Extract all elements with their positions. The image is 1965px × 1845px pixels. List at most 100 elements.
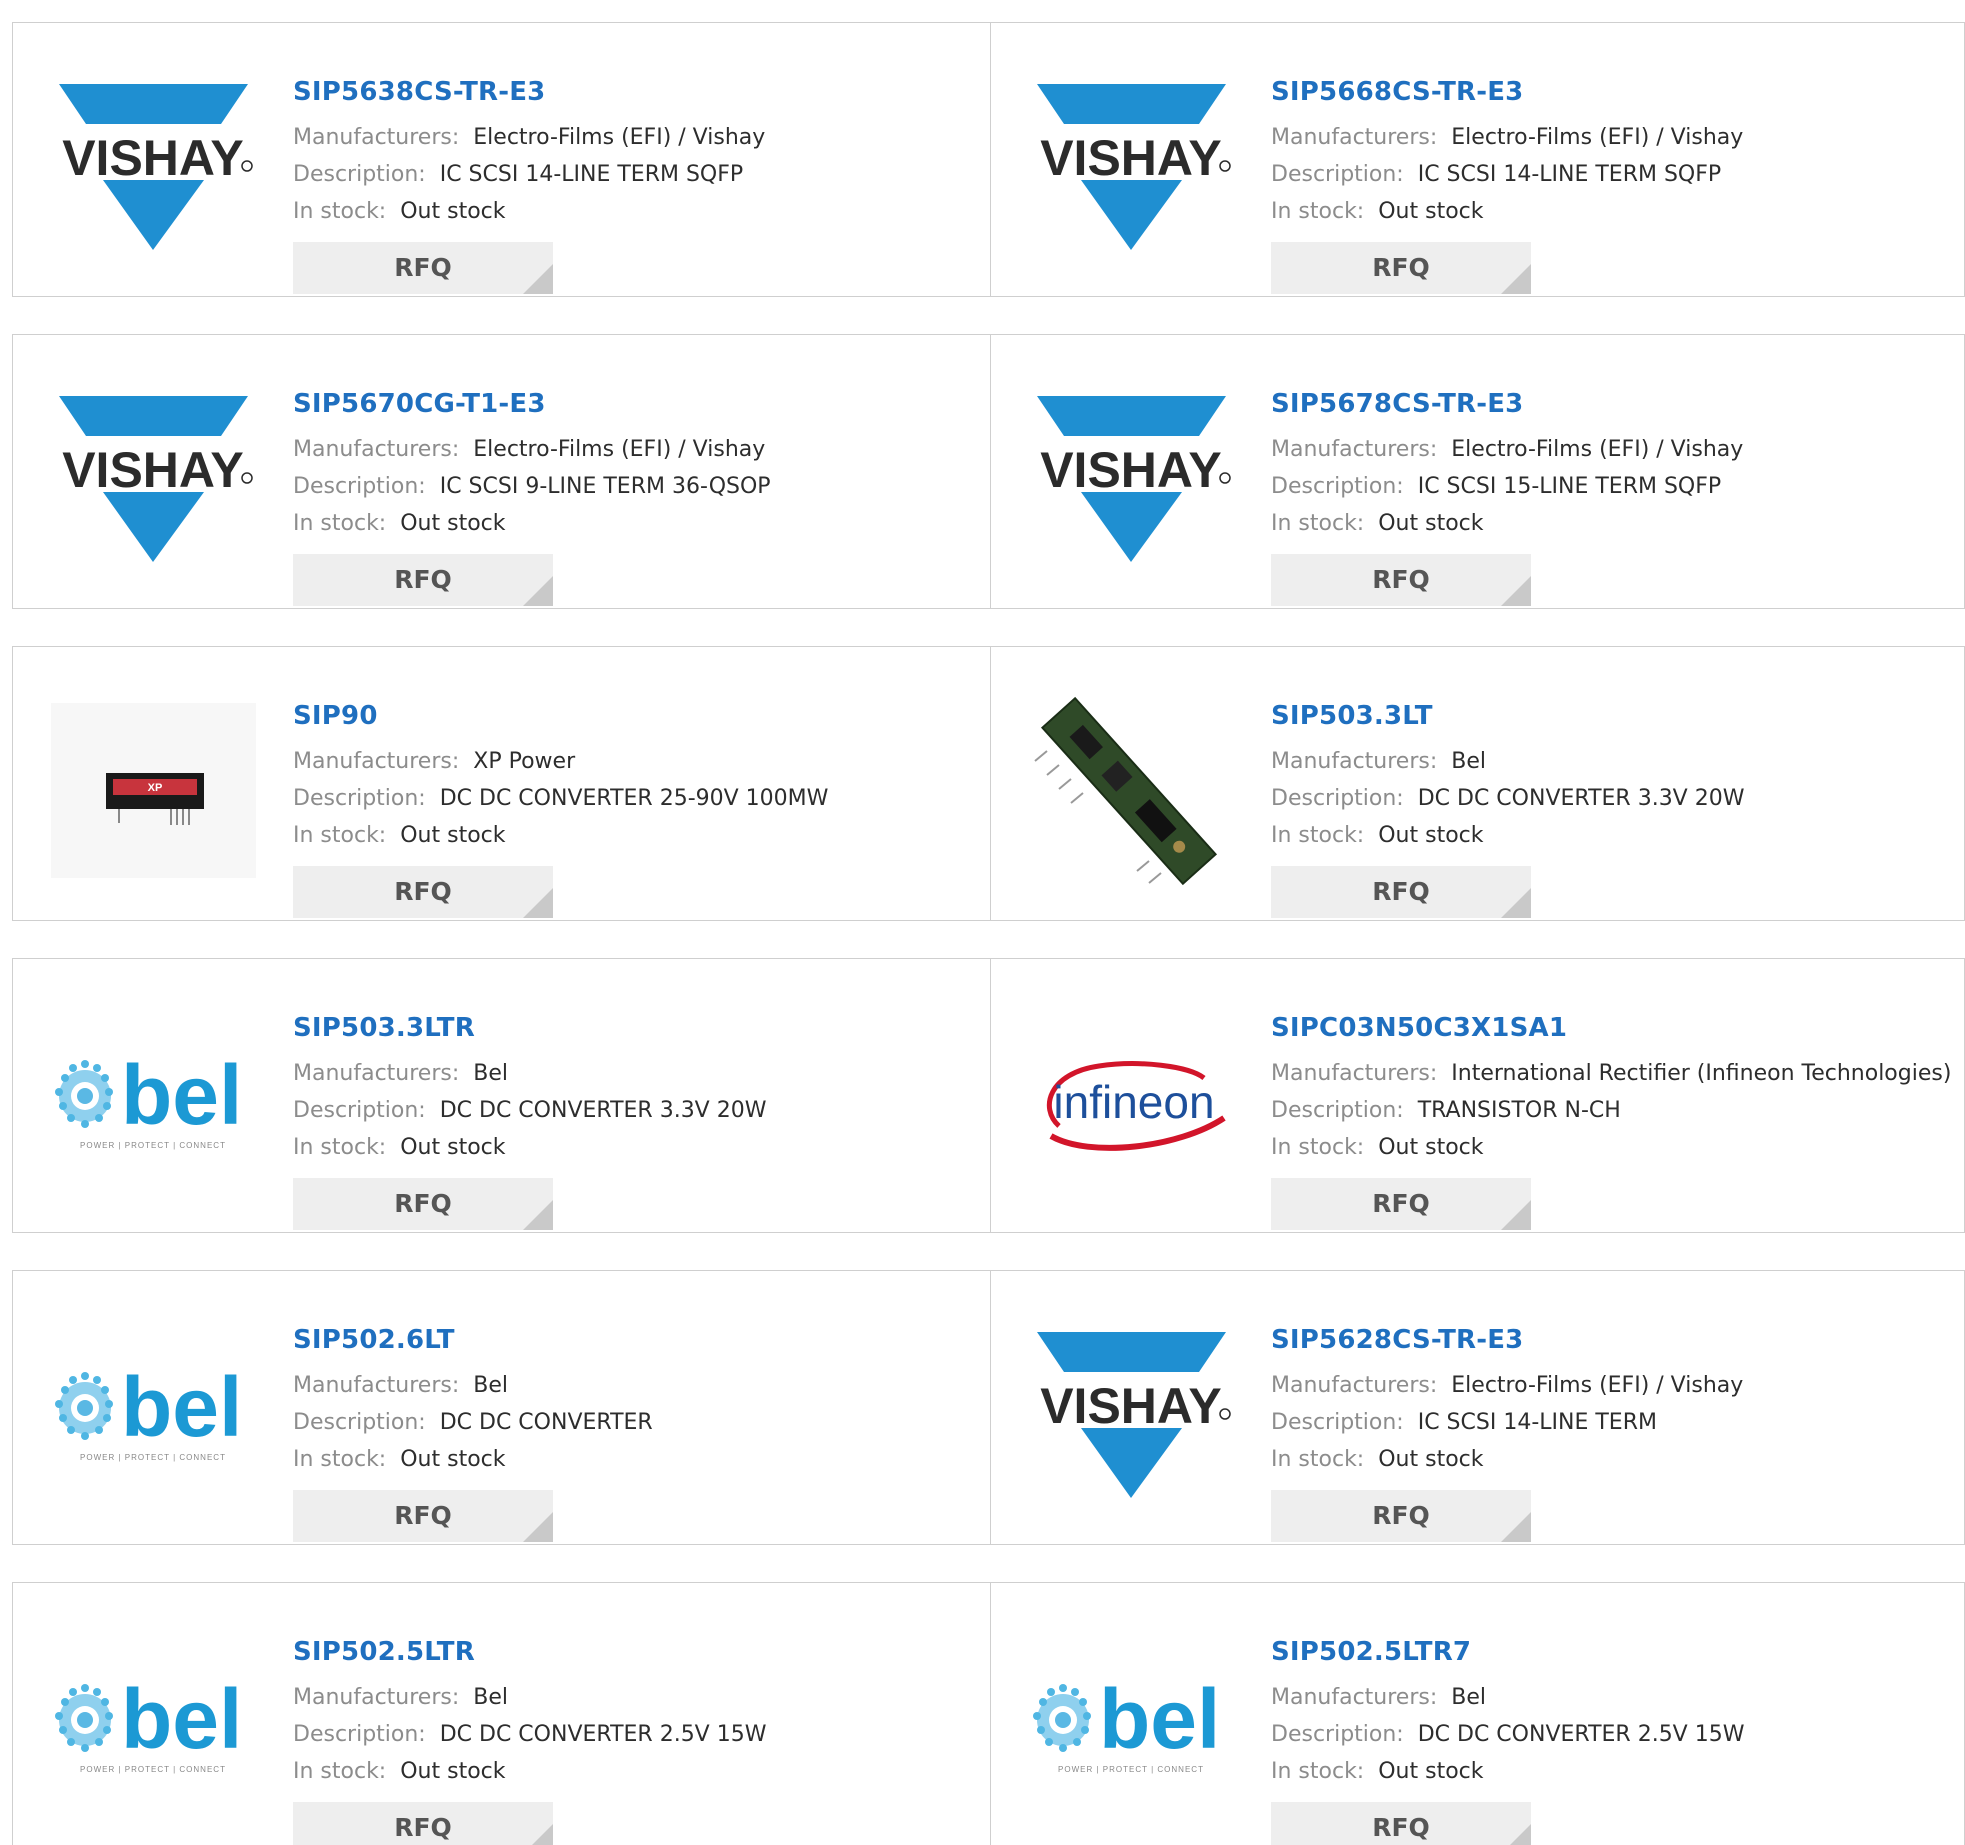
rfq-button[interactable]: RFQ [293, 554, 553, 606]
manufacturer-logo[interactable]: VISHAY [51, 79, 256, 254]
manufacturer-logo[interactable]: XP [51, 703, 256, 878]
vishay-logo-text: VISHAY [1040, 130, 1222, 186]
rfq-button[interactable]: RFQ [293, 242, 553, 294]
bel-tagline: POWER | PROTECT | CONNECT [80, 1765, 226, 1774]
rfq-button[interactable]: RFQ [1271, 1178, 1531, 1230]
manufacturer-logo[interactable]: bel POWER | PROTECT | CONNECT [51, 1639, 256, 1814]
part-number-link[interactable]: SIP502.6LT [293, 1321, 653, 1359]
manufacturer-value: Electro-Films (EFI) / Vishay [473, 437, 766, 462]
manufacturer-line: Manufacturers: Bel [293, 1055, 766, 1092]
manufacturers-label: Manufacturers: [1271, 125, 1438, 150]
part-number-link[interactable]: SIP502.5LTR7 [1271, 1633, 1744, 1671]
description-label: Description: [293, 1722, 426, 1747]
manufacturer-logo[interactable]: bel POWER | PROTECT | CONNECT [51, 1015, 256, 1190]
rfq-button[interactable]: RFQ [1271, 1802, 1531, 1845]
description-line: Description: DC DC CONVERTER 2.5V 15W [1271, 1716, 1744, 1753]
product-card: VISHAY SIP5638CS-TR-E3 Manufacturers: Elec… [13, 23, 990, 296]
stock-value: Out stock [1378, 1447, 1484, 1472]
bel-logo: bel POWER | PROTECT | CONNECT [55, 1360, 242, 1462]
rfq-button[interactable]: RFQ [1271, 866, 1531, 918]
in-stock-label: In stock: [1271, 1759, 1365, 1784]
description-label: Description: [1271, 1098, 1404, 1123]
manufacturer-logo[interactable]: VISHAY [1029, 1327, 1234, 1502]
stock-value: Out stock [400, 511, 506, 536]
converter-photo: XP [51, 703, 256, 878]
description-line: Description: IC SCSI 14-LINE TERM SQFP [1271, 156, 1743, 193]
stock-line: In stock: Out stock [293, 1441, 653, 1478]
manufacturer-line: Manufacturers: Bel [293, 1367, 653, 1404]
manufacturer-logo[interactable]: bel POWER | PROTECT | CONNECT [51, 1327, 256, 1502]
manufacturers-label: Manufacturers: [1271, 1061, 1438, 1086]
part-number-link[interactable]: SIP503.3LTR [293, 1009, 766, 1047]
stock-value: Out stock [1378, 511, 1484, 536]
manufacturer-line: Manufacturers: Electro-Films (EFI) / Vish… [1271, 1367, 1743, 1404]
manufacturer-value: Bel [1451, 749, 1487, 774]
manufacturer-line: Manufacturers: International Rectifier (I… [1271, 1055, 1951, 1092]
product-card: VISHAY SIP5628CS-TR-E3 Manufacturers: Elec… [990, 1271, 1965, 1544]
stock-value: Out stock [400, 1759, 506, 1784]
description-label: Description: [293, 474, 426, 499]
bel-tagline: POWER | PROTECT | CONNECT [80, 1453, 226, 1462]
product-card: XP SIP90 Manufacturers: XP Power Descriptio… [13, 647, 990, 920]
manufacturers-label: Manufacturers: [293, 749, 460, 774]
product-card: bel POWER | PROTECT | CONNECT SIP502.5LT… [990, 1583, 1965, 1845]
rfq-button[interactable]: RFQ [1271, 242, 1531, 294]
pcb-module-photo [1034, 696, 1218, 885]
part-number-link[interactable]: SIP5678CS-TR-E3 [1271, 385, 1743, 423]
description-label: Description: [1271, 1722, 1404, 1747]
manufacturer-line: Manufacturers: Bel [1271, 1679, 1744, 1716]
in-stock-label: In stock: [293, 199, 387, 224]
stock-value: Out stock [400, 199, 506, 224]
description-label: Description: [1271, 786, 1404, 811]
description-line: Description: TRANSISTOR N-CH [1271, 1092, 1951, 1129]
manufacturer-logo[interactable]: VISHAY [1029, 391, 1234, 566]
stock-value: Out stock [400, 1447, 506, 1472]
rfq-button[interactable]: RFQ [1271, 1490, 1531, 1542]
part-number-link[interactable]: SIPC03N50C3X1SA1 [1271, 1009, 1951, 1047]
product-info: SIP5678CS-TR-E3 Manufacturers: Electro-Fil… [1271, 385, 1743, 606]
vishay-logo-text: VISHAY [1040, 1378, 1222, 1434]
part-number-link[interactable]: SIP90 [293, 697, 828, 735]
in-stock-label: In stock: [293, 1135, 387, 1160]
rfq-button[interactable]: RFQ [293, 1802, 553, 1845]
stock-line: In stock: Out stock [293, 817, 828, 854]
description-line: Description: IC SCSI 9-LINE TERM 36-QSOP [293, 468, 771, 505]
manufacturer-value: Bel [473, 1061, 509, 1086]
description-line: Description: IC SCSI 14-LINE TERM SQFP [293, 156, 765, 193]
stock-value: Out stock [1378, 199, 1484, 224]
manufacturer-logo[interactable] [1029, 696, 1234, 885]
rfq-button[interactable]: RFQ [293, 1490, 553, 1542]
description-value: DC DC CONVERTER 3.3V 20W [439, 1098, 767, 1123]
bel-tagline: POWER | PROTECT | CONNECT [1058, 1765, 1204, 1774]
manufacturer-logo[interactable]: infineon [1029, 1015, 1234, 1190]
rfq-button[interactable]: RFQ [293, 1178, 553, 1230]
bel-logo: bel POWER | PROTECT | CONNECT [55, 1672, 242, 1774]
product-info: SIP502.6LT Manufacturers: Bel Description: D… [293, 1321, 653, 1542]
stock-line: In stock: Out stock [1271, 505, 1743, 542]
manufacturer-logo[interactable]: VISHAY [51, 391, 256, 566]
vishay-logo: VISHAY [1037, 83, 1231, 250]
part-number-link[interactable]: SIP5638CS-TR-E3 [293, 73, 765, 111]
description-line: Description: IC SCSI 14-LINE TERM [1271, 1404, 1743, 1441]
manufacturer-line: Manufacturers: Bel [1271, 743, 1744, 780]
part-number-link[interactable]: SIP5668CS-TR-E3 [1271, 73, 1743, 111]
product-row: VISHAY SIP5638CS-TR-E3 Manufacturers: Elec… [12, 22, 1965, 297]
manufacturer-logo[interactable]: bel POWER | PROTECT | CONNECT [1029, 1639, 1234, 1814]
part-number-link[interactable]: SIP502.5LTR [293, 1633, 766, 1671]
manufacturer-value: Bel [473, 1373, 509, 1398]
description-label: Description: [293, 786, 426, 811]
infineon-logo: infineon [1047, 1060, 1226, 1151]
product-row: bel POWER | PROTECT | CONNECT SIP502.6LT… [12, 1270, 1965, 1545]
rfq-button[interactable]: RFQ [1271, 554, 1531, 606]
manufacturer-logo[interactable]: VISHAY [1029, 79, 1234, 254]
manufacturer-value: International Rectifier (Infineon Techno… [1451, 1061, 1952, 1086]
in-stock-label: In stock: [293, 511, 387, 536]
part-number-link[interactable]: SIP5628CS-TR-E3 [1271, 1321, 1743, 1359]
in-stock-label: In stock: [1271, 1135, 1365, 1160]
bel-logo-text: bel [1099, 1672, 1220, 1766]
manufacturers-label: Manufacturers: [293, 1685, 460, 1710]
part-number-link[interactable]: SIP503.3LT [1271, 697, 1744, 735]
manufacturer-line: Manufacturers: Electro-Films (EFI) / Vish… [1271, 119, 1743, 156]
rfq-button[interactable]: RFQ [293, 866, 553, 918]
part-number-link[interactable]: SIP5670CG-T1-E3 [293, 385, 771, 423]
